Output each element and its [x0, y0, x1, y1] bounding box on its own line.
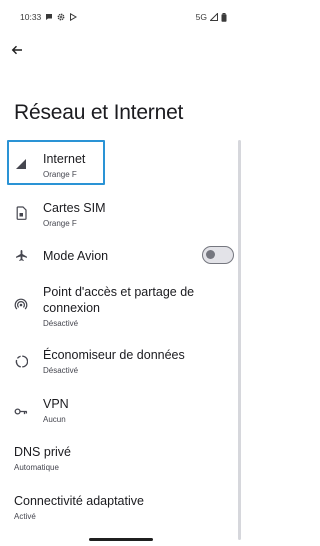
network-type: 5G: [195, 12, 207, 22]
sim-card-icon: [13, 205, 29, 221]
list-item-summary: Orange F: [43, 170, 77, 179]
list-item-summary: Désactivé: [43, 319, 79, 328]
list-item-internet[interactable]: Internet Orange F: [0, 148, 243, 186]
arrow-back-icon: [11, 44, 23, 56]
list-item-title: Économiseur de données: [43, 348, 185, 362]
list-item-title: Cartes SIM: [43, 201, 106, 215]
list-item-private-dns[interactable]: DNS privé Automatique: [0, 444, 243, 476]
scrollbar[interactable]: [238, 140, 241, 540]
list-item-summary: Orange F: [43, 219, 77, 228]
list-item-adaptive-connectivity[interactable]: Connectivité adaptative Activé: [0, 493, 243, 525]
list-item-title: Internet: [43, 152, 86, 166]
list-item-title: Point d'accès et partage de connexion: [43, 285, 195, 315]
list-item-vpn[interactable]: VPN Aucun: [0, 396, 243, 428]
list-item-data-saver[interactable]: Économiseur de données Désactivé: [0, 347, 243, 379]
status-time: 10:33: [20, 12, 42, 22]
vpn-key-icon: [13, 403, 29, 419]
battery-icon: [221, 13, 229, 22]
airplane-mode-toggle[interactable]: [202, 246, 234, 264]
list-item-summary: Automatique: [14, 463, 59, 472]
signal-icon: [13, 156, 29, 172]
status-bar: 10:33 5G: [0, 0, 243, 34]
gear-icon: [57, 13, 65, 21]
play-store-icon: [69, 13, 78, 21]
back-button[interactable]: [7, 40, 27, 60]
gesture-nav-handle[interactable]: [89, 538, 153, 541]
list-item-summary: Activé: [14, 512, 36, 521]
list-item-title: DNS privé: [14, 445, 71, 459]
page-title: Réseau et Internet: [14, 101, 184, 124]
toggle-knob: [206, 250, 215, 259]
signal-icon: [210, 13, 218, 21]
list-item-sim-cards[interactable]: Cartes SIM Orange F: [0, 197, 243, 235]
hotspot-icon: [13, 297, 29, 313]
list-item-title: Connectivité adaptative: [14, 494, 144, 508]
message-icon: [45, 13, 53, 21]
list-item-title: VPN: [43, 397, 69, 411]
data-saver-icon: [13, 353, 29, 369]
airplane-icon: [13, 247, 29, 263]
list-item-summary: Aucun: [43, 415, 66, 424]
list-item-hotspot[interactable]: Point d'accès et partage de connexion Dé…: [0, 284, 243, 330]
list-item-summary: Désactivé: [43, 366, 79, 375]
